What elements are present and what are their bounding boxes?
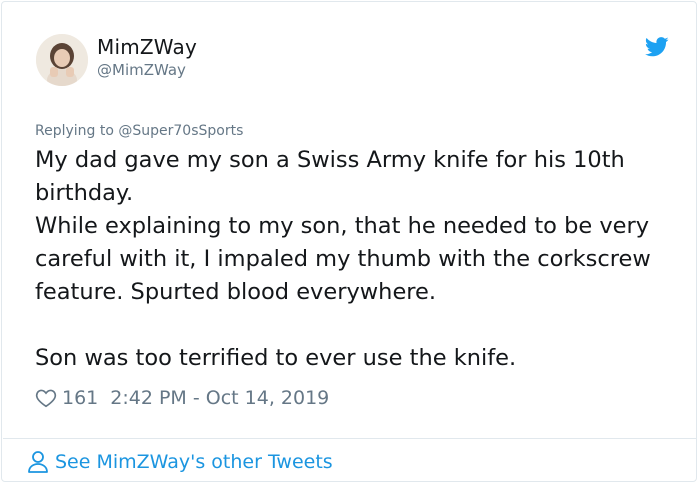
author-display-name[interactable]: MimZWay <box>97 35 197 59</box>
divider <box>3 438 697 439</box>
tweet-text-paragraph: My dad gave my son a Swiss Army knife fo… <box>35 147 625 206</box>
person-icon <box>28 451 48 473</box>
twitter-bird-icon[interactable] <box>645 36 669 58</box>
tweet-text-paragraph: While explaining to my son, that he need… <box>35 213 651 305</box>
tweet-meta: 161 2:42 PM - Oct 14, 2019 <box>35 385 329 411</box>
replying-to-label[interactable]: Replying to @Super70sSports <box>35 123 243 139</box>
timestamp[interactable]: 2:42 PM - Oct 14, 2019 <box>110 387 329 409</box>
see-other-tweets-link[interactable]: See MimZWay's other Tweets <box>27 448 333 476</box>
tweet-text-paragraph: Son was too terrified to ever use the kn… <box>35 345 517 371</box>
avatar[interactable] <box>36 34 88 86</box>
author-handle[interactable]: @MimZWay <box>97 61 186 79</box>
avatar-photo-icon <box>36 34 88 86</box>
like-count[interactable]: 161 <box>62 387 98 409</box>
tweet-text: My dad gave my son a Swiss Army knife fo… <box>35 144 685 375</box>
heart-icon[interactable] <box>35 387 57 409</box>
tweet-card: MimZWay @MimZWay Replying to @Super70sSp… <box>1 1 697 482</box>
see-other-tweets-label[interactable]: See MimZWay's other Tweets <box>55 451 333 473</box>
